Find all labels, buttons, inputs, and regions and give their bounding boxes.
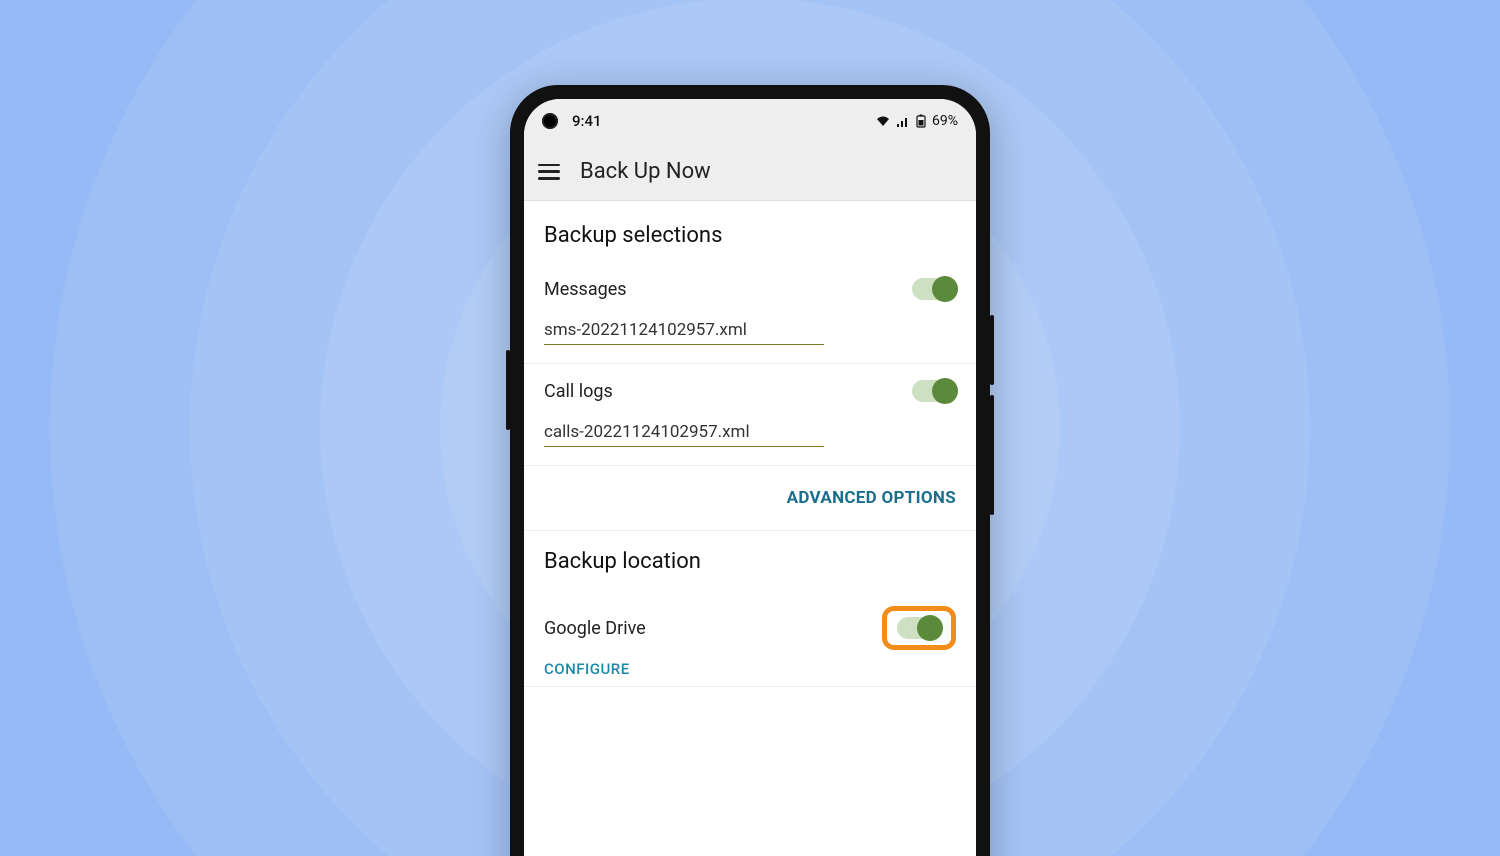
call-logs-toggle[interactable] — [912, 380, 956, 402]
configure-link[interactable]: CONFIGURE — [544, 660, 956, 678]
phone-screen: 9:41 69% Back Up Now Backup selections M… — [524, 99, 976, 856]
status-battery-percent: 69% — [932, 113, 958, 129]
advanced-options-link[interactable]: ADVANCED OPTIONS — [787, 488, 956, 508]
section-title-selections: Backup selections — [524, 201, 976, 262]
row-call-logs: Call logs — [524, 364, 976, 466]
row-messages: Messages — [524, 262, 976, 364]
status-bar: 9:41 69% — [524, 99, 976, 143]
status-time: 9:41 — [572, 112, 602, 130]
messages-filename-input[interactable] — [544, 318, 824, 345]
google-drive-label: Google Drive — [544, 618, 646, 639]
messages-label: Messages — [544, 279, 627, 300]
signal-icon — [896, 115, 910, 127]
row-google-drive: Google Drive CONFIGURE — [524, 588, 976, 687]
call-logs-label: Call logs — [544, 381, 613, 402]
phone-frame: 9:41 69% Back Up Now Backup selections M… — [510, 85, 990, 856]
app-bar: Back Up Now — [524, 143, 976, 201]
wifi-icon — [876, 115, 890, 127]
messages-toggle[interactable] — [912, 278, 956, 300]
highlight-box — [882, 606, 956, 650]
google-drive-toggle[interactable] — [897, 617, 941, 639]
menu-icon[interactable] — [538, 164, 560, 180]
section-title-location: Backup location — [524, 531, 976, 588]
call-logs-filename-input[interactable] — [544, 420, 824, 447]
battery-icon — [916, 114, 926, 128]
page-title: Back Up Now — [580, 159, 711, 184]
camera-hole-icon — [542, 113, 558, 129]
